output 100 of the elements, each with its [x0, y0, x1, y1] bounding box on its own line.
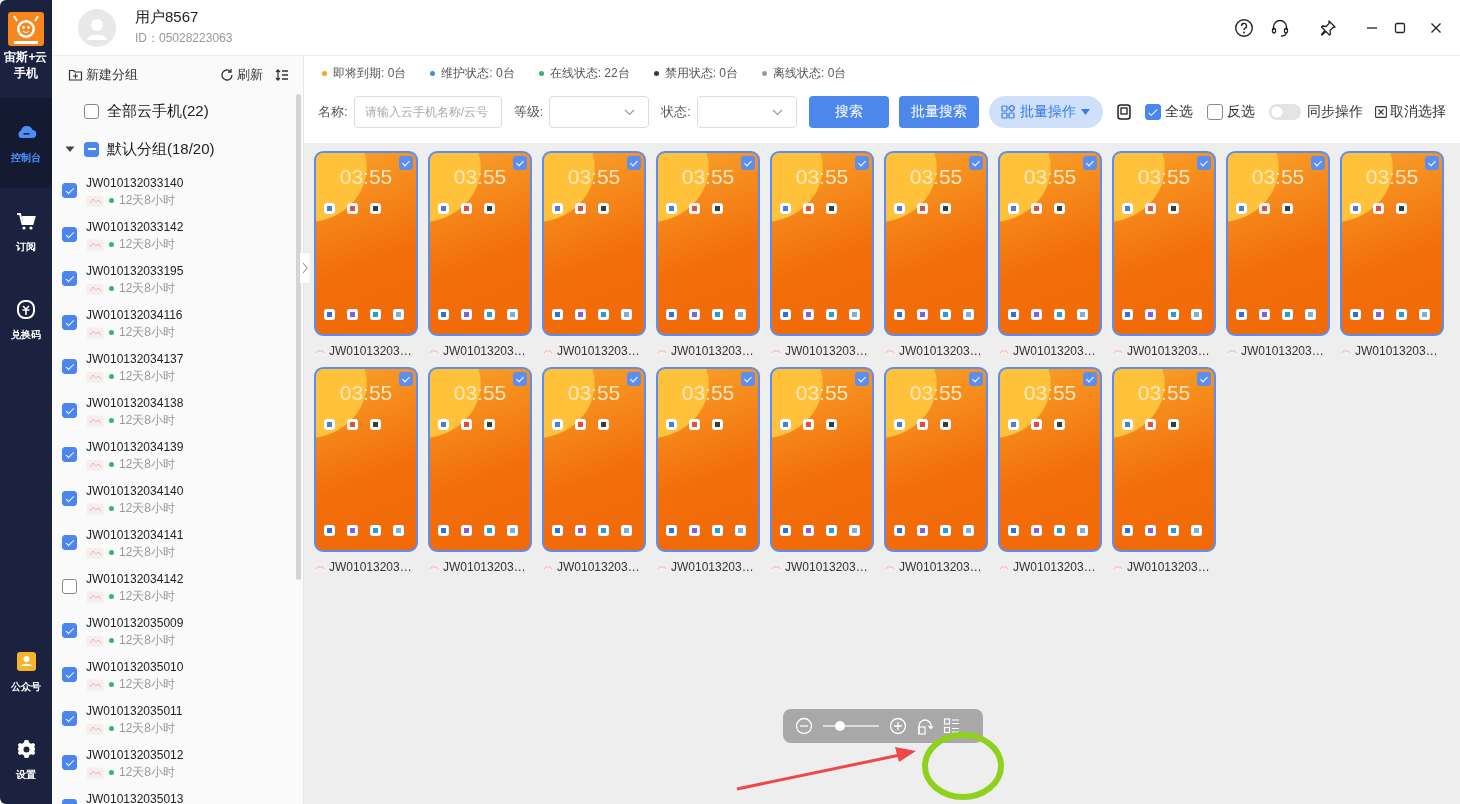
nav-item[interactable]: 控制台: [0, 98, 52, 188]
device-thumbnail-icon: [86, 458, 104, 471]
phone-clock: 03:55: [338, 166, 394, 187]
list-view-icon[interactable]: [943, 717, 961, 735]
device-thumbnail-icon: [770, 346, 782, 356]
device-list-item[interactable]: JW010132035009 12天8小时: [52, 610, 295, 654]
remaining-time: 12天8小时: [119, 589, 176, 604]
zoom-in-icon[interactable]: [889, 717, 907, 735]
device-label: JW01013203…: [443, 344, 526, 358]
device-list-item[interactable]: JW010132035010 12天8小时: [52, 654, 295, 698]
device-thumbnail-icon: [656, 562, 668, 572]
device-label: JW01013203…: [899, 344, 982, 358]
device-label: JW01013203…: [1013, 344, 1096, 358]
device-list-item[interactable]: JW010132033142 12天8小时: [52, 214, 295, 258]
nav-item[interactable]: 订阅: [0, 188, 52, 276]
checkbox[interactable]: [1206, 104, 1223, 120]
nav-item[interactable]: 公众号: [0, 628, 52, 716]
device-thumbnail-icon: [884, 346, 896, 356]
checkbox[interactable]: [62, 623, 77, 638]
device-name: JW010132035013: [86, 792, 184, 804]
device-list-item[interactable]: JW010132034116 12天8小时: [52, 302, 295, 346]
checkbox[interactable]: [62, 667, 77, 682]
checkbox[interactable]: [62, 359, 77, 374]
status-count: 禁用状态: 0台: [664, 64, 739, 82]
toggle-switch[interactable]: [1268, 104, 1301, 120]
close-box-icon: [1374, 106, 1387, 118]
invert-selection-checkbox[interactable]: 反选: [1206, 103, 1255, 121]
checkbox[interactable]: [1144, 104, 1161, 120]
checkbox[interactable]: [62, 755, 77, 770]
checkbox[interactable]: [62, 579, 77, 594]
device-name: JW010132034141: [86, 528, 184, 543]
sort-icon[interactable]: [275, 68, 289, 82]
new-group-button[interactable]: 新建分组: [68, 66, 138, 84]
checkbox[interactable]: [62, 183, 77, 198]
phone-icon[interactable]: [1116, 104, 1131, 120]
device-name: JW010132035010: [86, 660, 184, 675]
checkbox[interactable]: [62, 315, 77, 330]
nav-item[interactable]: 兑换码: [0, 276, 52, 364]
checkbox[interactable]: [62, 711, 77, 726]
zoom-slider-thumb[interactable]: [834, 721, 845, 731]
device-label: JW01013203…: [443, 560, 526, 574]
device-list-item[interactable]: JW010132035011 12天8小时: [52, 698, 295, 742]
device-list-item[interactable]: JW010132033195 12天8小时: [52, 258, 295, 302]
phone-clock: 03:55: [794, 166, 850, 187]
device-label: JW01013203…: [671, 560, 754, 574]
caret-icon: [1081, 109, 1091, 115]
zoom-out-icon[interactable]: [795, 717, 813, 735]
status-count: 离线状态: 0台: [773, 64, 847, 82]
device-label: JW01013203…: [1013, 560, 1096, 574]
device-list-item[interactable]: JW010132035012 12天8小时: [52, 742, 295, 786]
device-thumbnail-icon: [86, 282, 104, 295]
chevron-right-icon: [302, 262, 308, 274]
device-label: JW01013203…: [329, 560, 412, 574]
device-thumbnail-icon: [656, 346, 668, 356]
device-name: JW010132035011: [86, 704, 183, 719]
device-list-item[interactable]: JW010132035013: [52, 786, 295, 804]
device-name: JW010132034140: [86, 484, 184, 499]
device-list-item[interactable]: JW010132034140 12天8小时: [52, 478, 295, 522]
name-input[interactable]: 请输入云手机名称/云号: [353, 96, 502, 128]
group-label: 默认分组(18/20): [107, 139, 215, 159]
device-list-item[interactable]: JW010132034137 12天8小时: [52, 346, 295, 390]
checkbox[interactable]: [62, 535, 77, 550]
checkbox[interactable]: [62, 491, 77, 506]
device-list-item[interactable]: JW010132034142 12天8小时: [52, 566, 295, 610]
phone-clock: 03:55: [1364, 166, 1420, 187]
phone-clock: 03:55: [680, 166, 736, 187]
checkbox[interactable]: [62, 271, 77, 286]
device-thumbnail-icon: [86, 238, 104, 251]
phone-clock: 03:55: [1022, 166, 1078, 187]
device-thumbnail-icon: [1112, 562, 1124, 572]
name-label: 名称:: [318, 103, 348, 121]
checkbox[interactable]: [62, 403, 77, 418]
device-thumbnail-icon: [1226, 346, 1238, 356]
nav-item[interactable]: 设置: [0, 716, 52, 804]
batch-search-button[interactable]: 批量搜索: [898, 96, 979, 128]
device-list-item[interactable]: JW010132034139 12天8小时: [52, 434, 295, 478]
sync-label: 同步操作: [1306, 103, 1363, 121]
clear-selection-button[interactable]: 取消选择: [1374, 103, 1446, 121]
rotate-icon[interactable]: [917, 717, 933, 735]
remaining-time: 12天8小时: [119, 677, 176, 692]
search-button[interactable]: 搜索: [808, 96, 889, 128]
checkbox[interactable]: [84, 103, 99, 119]
scrollbar[interactable]: [296, 94, 301, 580]
collapse-handle[interactable]: [300, 253, 310, 283]
phone-clock: 03:55: [1022, 382, 1078, 403]
status-label: 状态:: [661, 103, 691, 121]
status-count: 即将到期: 0台: [333, 64, 407, 82]
device-list-item[interactable]: JW010132034138 12天8小时: [52, 390, 295, 434]
phone-clock: 03:55: [794, 382, 850, 403]
device-label: JW01013203…: [785, 344, 868, 358]
help-icon[interactable]: [1234, 17, 1254, 38]
phone-clock: 03:55: [452, 166, 508, 187]
checkbox[interactable]: [62, 227, 77, 242]
checkbox[interactable]: [84, 141, 99, 157]
checkbox[interactable]: [62, 447, 77, 462]
refresh-button[interactable]: 刷新: [220, 66, 263, 84]
device-list-item[interactable]: JW010132034141 12天8小时: [52, 522, 295, 566]
headset-icon[interactable]: [1270, 17, 1290, 38]
device-list-item[interactable]: JW010132033140 12天8小时: [52, 170, 295, 214]
select-all-checkbox[interactable]: 全选: [1144, 103, 1193, 121]
